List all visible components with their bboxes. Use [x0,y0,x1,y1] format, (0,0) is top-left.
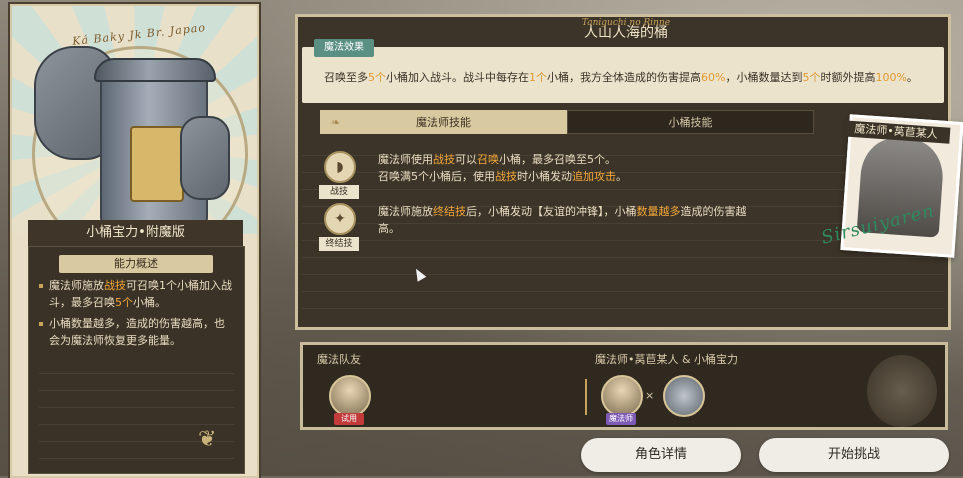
companion-card: Ká Baky Jk Br. Japao 小桶宝力•附魔版 能力概述 魔法师施放… [10,4,259,478]
mage-tag: 魔法师 [606,413,636,425]
effect-box: 魔法效果 召唤至多5个小桶加入战斗。战斗中每存在1个小桶，我方全体造成的伤害提高… [302,39,944,103]
team-panel: 魔法队友 魔法师•莴苣某人 & 小桶宝力 试用 魔法师 × [300,342,948,430]
team-background-figure [867,355,937,427]
leaf-emblem-icon: ❦ [198,427,217,452]
teammate-avatar[interactable] [329,375,371,417]
tab-bucket-skills[interactable]: 小桶技能 [567,110,814,134]
tab-mage-skills[interactable]: ❧ 魔法师技能 [320,110,567,134]
trash-can-poster [130,126,184,202]
card-script-title: Ká Baky Jk Br. Japao [71,21,207,48]
mage-avatar[interactable] [601,375,643,417]
times-icon: × [645,389,655,402]
card-artwork: Ká Baky Jk Br. Japao [12,6,257,262]
team-left-label: 魔法队友 [317,353,361,366]
trial-tag: 试用 [334,413,364,425]
start-challenge-button[interactable]: 开始挑战 [759,438,949,472]
overview-line-1: 魔法师施放战技可召唤1个小桶加入战斗，最多召唤5个小桶。 [39,277,235,311]
panel-script-header: Taniguchi no Rinne [581,18,671,28]
trash-can-lid [94,58,216,82]
effect-text: 召唤至多5个小桶加入战斗。战斗中每存在1个小桶，我方全体造成的伤害提高60%，小… [324,71,918,84]
effect-tag: 魔法效果 [314,39,374,57]
overview-body: 魔法师施放战技可召唤1个小桶加入战斗，最多召唤5个小桶。 小桶数量越多，造成的伤… [39,277,235,353]
ability-overview-panel: 能力概述 魔法师施放战技可召唤1个小桶加入战斗，最多召唤5个小桶。 小桶数量越多… [28,246,245,474]
tab-book-icon: ❧ [331,116,341,129]
skill-badge: 战技 [319,185,359,199]
team-right-label: 魔法师•莴苣某人 & 小桶宝力 [595,353,739,366]
skill-tabs: ❧ 魔法师技能 小桶技能 [320,110,814,134]
overview-heading: 能力概述 [59,255,213,273]
skill-description: 魔法师施放终结技后，小桶发动【友谊的冲锋】，小桶数量越多造成的伤害越 高。 [378,205,747,235]
overview-line-2: 小桶数量越多，造成的伤害越高，也会为魔法师恢复更多能量。 [39,315,235,349]
skill-description: 魔法师使用战技可以召唤小桶，最多召唤至5个。 召唤满5个小桶后，使用战技时小桶发… [378,153,627,183]
card-name: 小桶宝力•附魔版 [28,220,243,246]
skill-ultimate-icon: ✦ [324,203,356,235]
skill-battle-icon: ◗ [324,151,356,183]
panel-title: Taniguchi no Rinne 人山人海的桶 [548,18,704,45]
character-details-button[interactable]: 角色详情 [581,438,741,472]
skill-badge: 终结技 [319,237,359,251]
bucket-avatar[interactable] [663,375,705,417]
team-divider [585,379,587,415]
muscle-arm-right [180,116,230,200]
